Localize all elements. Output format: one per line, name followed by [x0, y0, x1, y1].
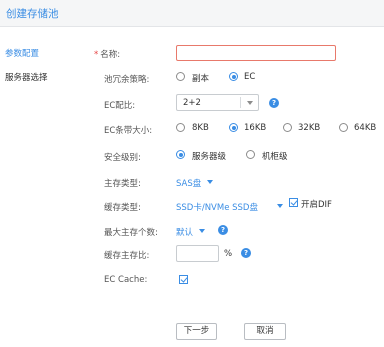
main-storage-type-dropdown[interactable]: SAS盘 [176, 177, 201, 189]
radio-16kb-label: 16KB [244, 123, 267, 133]
chevron-down-icon[interactable] [199, 229, 205, 233]
cache-ratio-unit: % [224, 249, 233, 259]
radio-32kb[interactable] [283, 123, 292, 132]
radio-rack-level-label: 机柜级 [262, 152, 288, 162]
sidebar-item-servers[interactable]: 服务器选择 [5, 71, 48, 83]
radio-server-level[interactable] [176, 150, 185, 159]
sidebar-item-params[interactable]: 参数配置 [5, 47, 39, 59]
cache-ratio-help-icon[interactable]: ? [241, 248, 251, 258]
radio-replica-label: 副本 [192, 74, 210, 84]
name-input[interactable] [176, 45, 336, 61]
radio-32kb-label: 32KB [298, 123, 321, 133]
required-mark: * [94, 50, 99, 60]
cache-ratio-input[interactable] [176, 245, 219, 262]
select-divider [240, 97, 241, 108]
ec-config-select[interactable]: 2+2 [176, 94, 259, 111]
enable-dif-label: 开启DIF [301, 200, 332, 210]
dialog-titlebar: 创建存储池 [0, 0, 384, 27]
sidebar: 参数配置 服务器选择 [0, 27, 84, 347]
next-button[interactable]: 下一步 [176, 323, 217, 340]
chevron-down-icon[interactable] [277, 204, 283, 208]
max-main-storage-dropdown[interactable]: 默认 [176, 226, 193, 238]
dialog-title: 创建存储池 [6, 8, 59, 20]
radio-server-level-label: 服务器级 [192, 152, 227, 162]
radio-replica[interactable] [176, 72, 185, 81]
enable-dif-checkbox[interactable] [289, 198, 298, 207]
radio-ec[interactable] [229, 72, 238, 81]
radio-16kb[interactable] [229, 123, 238, 132]
name-label-text: 名称: [100, 50, 121, 60]
ec-config-value: 2+2 [183, 98, 201, 108]
max-main-storage-help-icon[interactable]: ? [218, 225, 228, 235]
radio-rack-level[interactable] [246, 150, 255, 159]
chevron-down-icon [247, 101, 253, 105]
cache-type-dropdown[interactable]: SSD卡/NVMe SSD盘 [176, 201, 258, 213]
radio-8kb-label: 8KB [192, 123, 209, 133]
chevron-down-icon[interactable] [207, 180, 213, 184]
radio-64kb[interactable] [339, 123, 348, 132]
cancel-button[interactable]: 取消 [244, 323, 286, 340]
radio-64kb-label: 64KB [354, 123, 377, 133]
ec-cache-checkbox[interactable] [179, 275, 188, 284]
ec-config-help-icon[interactable]: ? [269, 98, 279, 108]
radio-8kb[interactable] [176, 123, 185, 132]
radio-ec-label: EC [244, 72, 256, 82]
